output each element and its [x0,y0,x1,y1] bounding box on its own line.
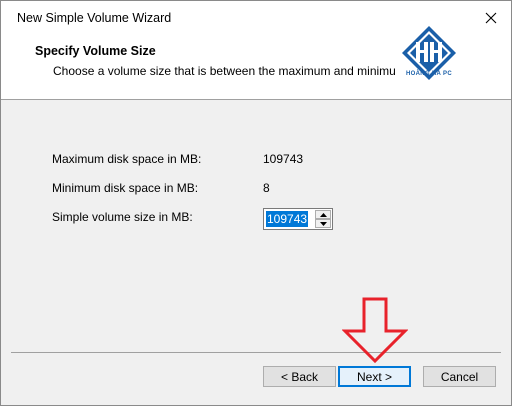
footer-divider [11,352,501,353]
logo-caption: HOÀNG HÀ PC [406,71,452,77]
next-button[interactable]: Next > [338,366,411,387]
min-space-value: 8 [263,181,270,195]
wizard-header: Specify Volume Size Choose a volume size… [1,22,511,100]
max-space-value: 109743 [263,152,304,166]
spin-buttons [315,210,331,228]
pointer-arrow-icon [342,297,408,363]
close-button[interactable] [477,6,505,30]
min-space-label: Minimum disk space in MB: [52,181,199,195]
wizard-window: New Simple Volume Wizard Specify Volume … [0,0,512,406]
volume-size-stepper[interactable]: 109743 [263,208,333,230]
page-title: Specify Volume Size [35,44,156,58]
volume-size-input[interactable]: 109743 [267,212,307,226]
chevron-down-icon [319,221,327,226]
page-subtitle: Choose a volume size that is between the… [53,64,440,78]
increment-button[interactable] [315,210,331,219]
chevron-up-icon [319,212,327,217]
close-icon [485,12,497,24]
volume-size-label: Simple volume size in MB: [52,210,193,224]
back-button[interactable]: < Back [263,366,336,387]
decrement-button[interactable] [315,219,331,228]
window-title: New Simple Volume Wizard [17,11,172,25]
max-space-label: Maximum disk space in MB: [52,152,202,166]
brand-logo-icon [396,22,462,88]
cancel-button[interactable]: Cancel [423,366,496,387]
